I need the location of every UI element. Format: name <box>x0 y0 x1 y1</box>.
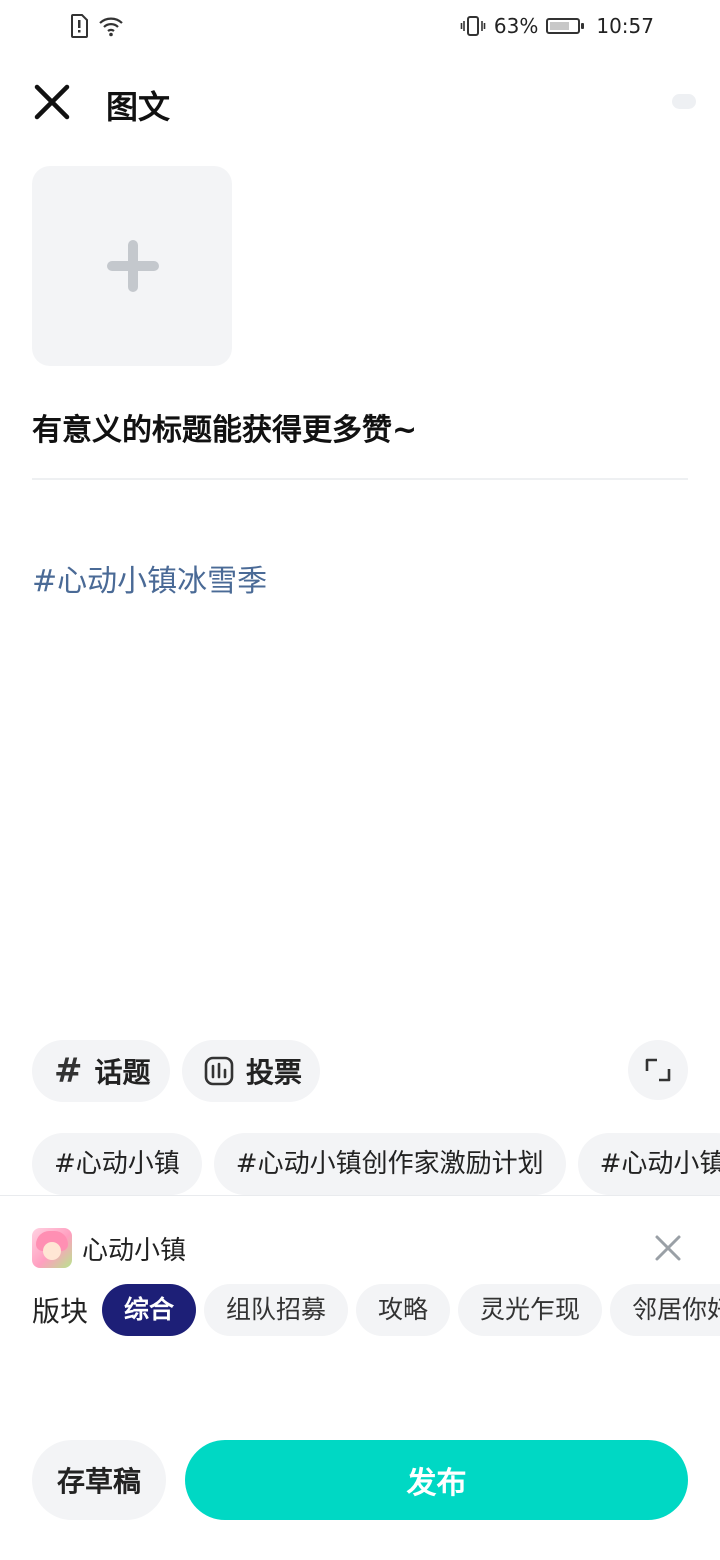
vote-label: 投票 <box>246 1056 303 1089</box>
expand-button[interactable] <box>628 1040 688 1100</box>
hash-icon: # <box>54 1051 83 1091</box>
header-indicator <box>672 94 696 109</box>
suggested-tags: #心动小镇 #心动小镇创作家激励计划 #心动小镇 <box>32 1133 720 1195</box>
alert-sim-icon <box>71 14 88 38</box>
board-chip-general[interactable]: 综合 <box>102 1284 197 1336</box>
remove-community-button[interactable] <box>652 1232 684 1264</box>
expand-icon <box>645 1058 671 1082</box>
status-bar: 63% 10:57 <box>0 0 720 56</box>
topic-button[interactable]: # 话题 <box>32 1040 170 1102</box>
section-divider <box>0 1195 720 1196</box>
save-draft-button[interactable]: 存草稿 <box>32 1440 166 1520</box>
community-avatar <box>32 1228 72 1268</box>
status-left <box>70 14 124 38</box>
battery-icon <box>546 18 585 34</box>
add-image-button[interactable] <box>32 166 232 366</box>
board-label: 版块 <box>32 1295 89 1328</box>
page-title: 图文 <box>106 88 171 126</box>
battery-percent: 63% <box>493 14 539 38</box>
title-divider <box>32 478 688 480</box>
close-icon <box>655 1235 681 1261</box>
tag-chip[interactable]: #心动小镇创作家激励计划 <box>213 1133 566 1195</box>
board-chip-inspiration[interactable]: 灵光乍现 <box>458 1284 603 1336</box>
topic-label: 话题 <box>94 1056 151 1089</box>
tag-chip[interactable]: #心动小镇 <box>577 1133 720 1195</box>
board-chip-neighbors[interactable]: 邻居你好 <box>610 1284 720 1336</box>
vote-button[interactable]: 投票 <box>182 1040 320 1102</box>
close-icon <box>34 84 70 120</box>
status-right: 63% 10:57 <box>460 14 654 38</box>
close-button[interactable] <box>30 80 74 124</box>
wifi-icon <box>99 17 123 37</box>
clock: 10:57 <box>596 14 654 38</box>
board-chip-guides[interactable]: 攻略 <box>356 1284 451 1336</box>
poll-icon <box>204 1056 234 1086</box>
board-chip-team-recruit[interactable]: 组队招募 <box>204 1284 349 1336</box>
community-name: 心动小镇 <box>82 1236 187 1266</box>
publish-button[interactable]: 发布 <box>185 1440 688 1520</box>
board-selector: 综合 组队招募 攻略 灵光乍现 邻居你好 <box>102 1284 720 1336</box>
tag-chip[interactable]: #心动小镇 <box>32 1133 202 1195</box>
vibrate-icon <box>460 16 486 36</box>
body-text-area[interactable]: #心动小镇冰雪季 <box>32 556 267 600</box>
title-input[interactable] <box>32 408 688 452</box>
